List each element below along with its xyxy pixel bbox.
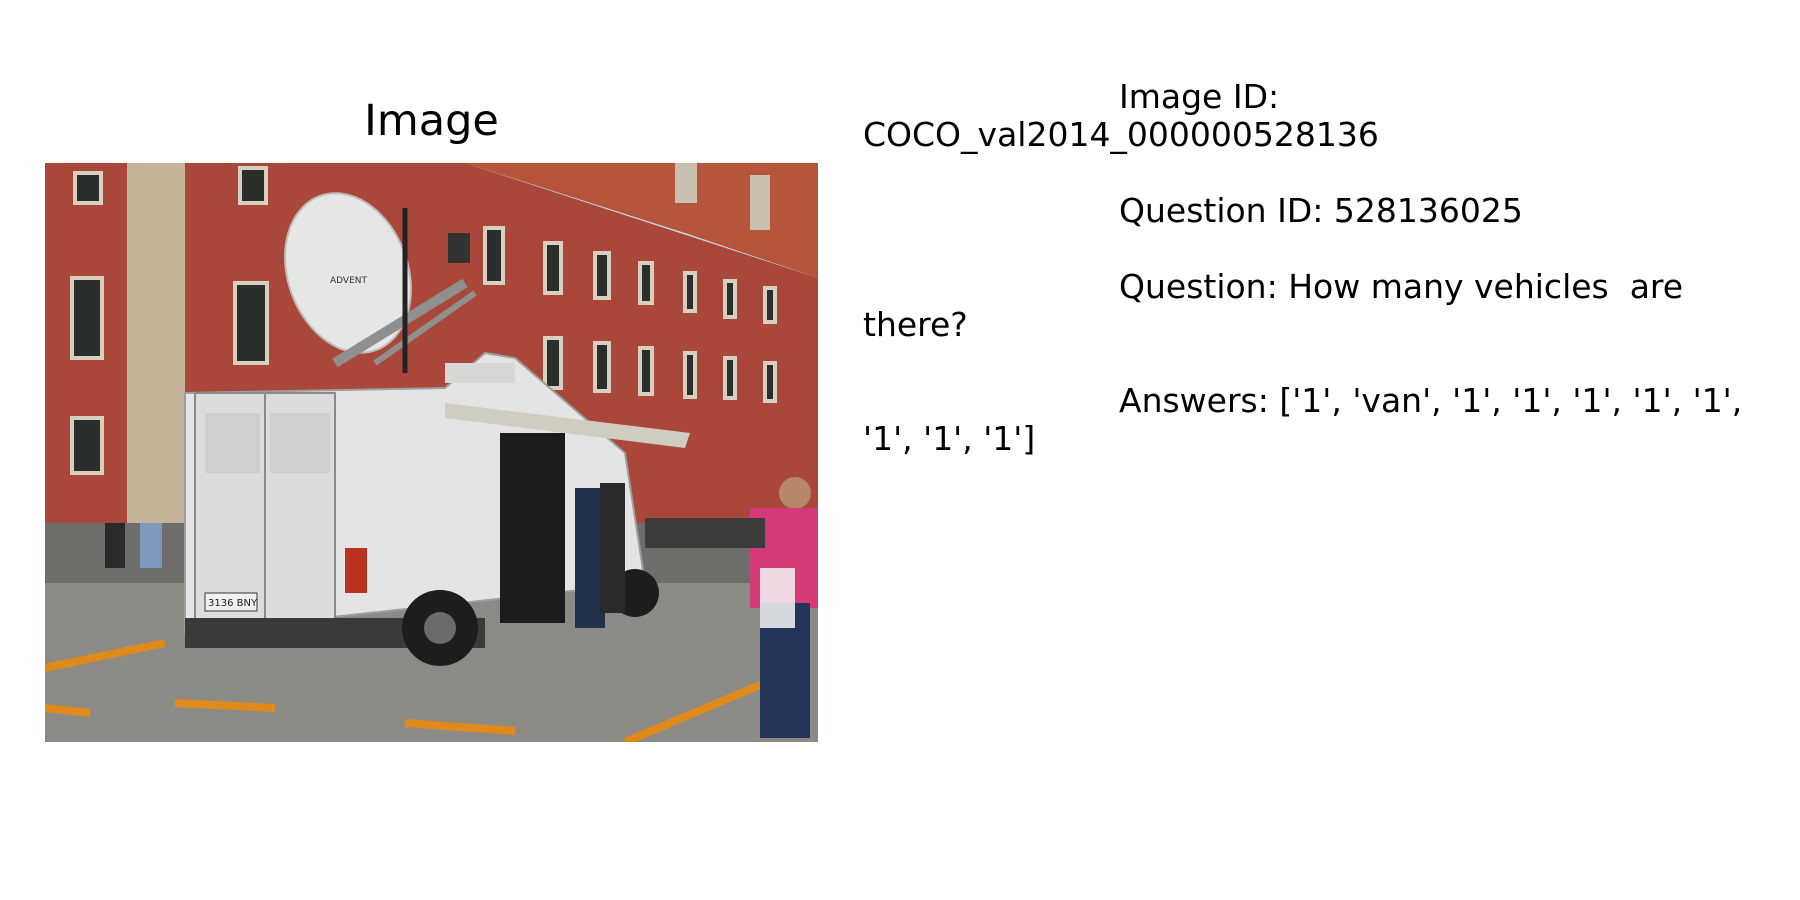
coco-photo: ADVENT 3136 BNY xyxy=(45,163,818,742)
image-id-value: COCO_val2014_000000528136 xyxy=(863,115,1379,154)
question-value: How many vehicles are there? xyxy=(863,267,1694,344)
image-id-label: Image ID: xyxy=(1119,77,1280,116)
image-panel-title: Image xyxy=(364,96,499,146)
answers-line: Answers: ['1', 'van', '1', '1', '1', '1'… xyxy=(863,382,1763,458)
dish-logo-text: ADVENT xyxy=(330,276,368,286)
answers-label: Answers: xyxy=(1119,381,1269,420)
question-label: Question: xyxy=(1119,267,1278,306)
question-id-line: Question ID: 528136025 xyxy=(863,192,1763,230)
answers-value: ['1', 'van', '1', '1', '1', '1', '1', '1… xyxy=(863,381,1753,458)
question-id-label: Question ID: xyxy=(1119,191,1324,230)
question-id-value: 528136025 xyxy=(1333,191,1523,230)
metadata-panel: Image ID: COCO_val2014_000000528136 Ques… xyxy=(863,78,1763,496)
question-line: Question: How many vehicles are there? xyxy=(863,268,1763,344)
license-plate-text: 3136 BNY xyxy=(208,598,258,609)
image-id-line: Image ID: COCO_val2014_000000528136 xyxy=(863,78,1763,154)
